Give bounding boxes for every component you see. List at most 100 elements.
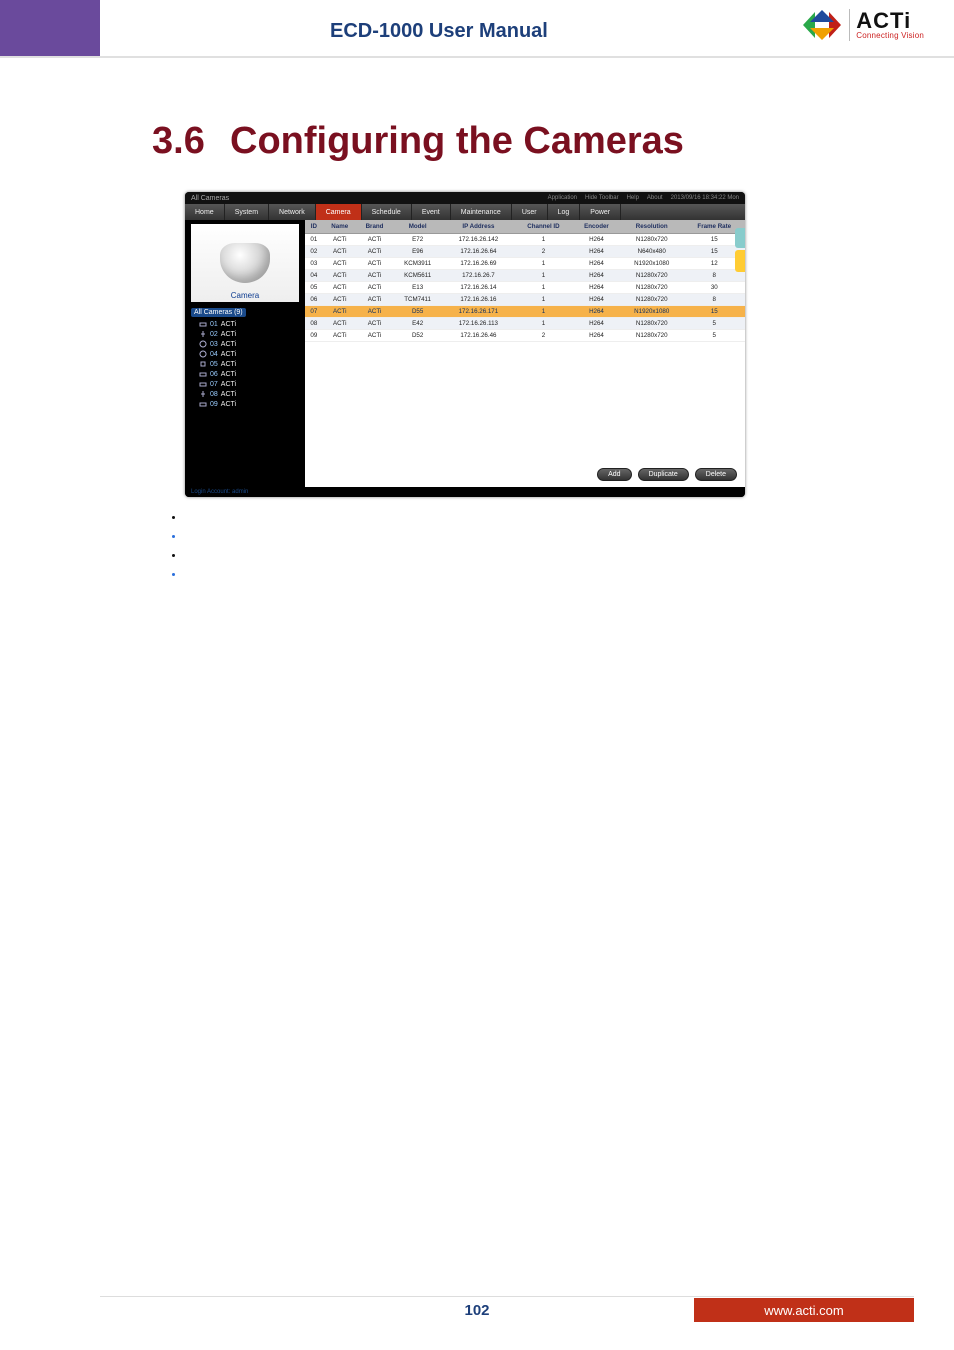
table-row[interactable]: 07ACTiACTiD55172.16.26.1711H264N1920x108… <box>305 306 745 318</box>
th-brand[interactable]: Brand <box>357 220 393 234</box>
tree-item-num: 07 <box>210 381 218 388</box>
delete-button[interactable]: Delete <box>695 468 737 481</box>
tree-item[interactable]: 06 ACTi <box>199 369 299 379</box>
cell-resolution: N1280x720 <box>620 294 684 306</box>
cell-resolution: N1920x1080 <box>620 258 684 270</box>
tree-item-num: 04 <box>210 351 218 358</box>
add-button[interactable]: Add <box>597 468 631 481</box>
tree-item[interactable]: 03 ACTi <box>199 339 299 349</box>
cell-encoder: H264 <box>573 330 620 342</box>
top-link-application[interactable]: Application <box>548 195 577 201</box>
th-channel[interactable]: Channel ID <box>514 220 573 234</box>
side-tab-setup[interactable] <box>735 250 745 272</box>
tab-home[interactable]: Home <box>185 204 225 220</box>
tree-item[interactable]: 01 ACTi <box>199 319 299 329</box>
logo-mark-icon <box>801 8 843 42</box>
cell-brand: ACTi <box>357 246 393 258</box>
camera-type-icon <box>199 380 207 388</box>
tree-root[interactable]: All Cameras (9) <box>191 308 246 317</box>
th-model[interactable]: Model <box>392 220 443 234</box>
cell-channel: 2 <box>514 246 573 258</box>
cell-id: 01 <box>305 234 323 246</box>
tree-item-name: ACTi <box>221 381 236 388</box>
cell-ip: 172.16.26.14 <box>443 282 514 294</box>
tree-item-name: ACTi <box>221 351 236 358</box>
table-row[interactable]: 02ACTiACTiE96172.16.26.642H264N640x48015 <box>305 246 745 258</box>
cell-name: ACTi <box>323 258 357 270</box>
tree-item[interactable]: 04 ACTi <box>199 349 299 359</box>
tree-item-name: ACTi <box>221 391 236 398</box>
table-row[interactable]: 09ACTiACTiD52172.16.26.462H264N1280x7205 <box>305 330 745 342</box>
footer-url[interactable]: www.acti.com <box>694 1298 914 1322</box>
top-link-about[interactable]: About <box>647 195 663 201</box>
tab-schedule[interactable]: Schedule <box>362 204 412 220</box>
cell-brand: ACTi <box>357 318 393 330</box>
footer-divider <box>100 1296 914 1297</box>
tree-item[interactable]: 02 ACTi <box>199 329 299 339</box>
table-row[interactable]: 05ACTiACTiE13172.16.26.141H264N1280x7203… <box>305 282 745 294</box>
cell-name: ACTi <box>323 270 357 282</box>
side-tab-live[interactable] <box>735 228 745 248</box>
page-header: ECD-1000 User Manual ACTi Connecting Vis… <box>0 0 954 58</box>
tree-item-num: 03 <box>210 341 218 348</box>
tree-item-name: ACTi <box>221 401 236 408</box>
cell-channel: 1 <box>514 258 573 270</box>
cell-ip: 172.16.26.16 <box>443 294 514 306</box>
tree-item[interactable]: 05 ACTi <box>199 359 299 369</box>
page-footer: 102 www.acti.com <box>0 1296 954 1326</box>
tab-power[interactable]: Power <box>580 204 621 220</box>
cell-channel: 1 <box>514 282 573 294</box>
table-row[interactable]: 08ACTiACTiE42172.16.26.1131H264N1280x720… <box>305 318 745 330</box>
cell-id: 07 <box>305 306 323 318</box>
app-screenshot: All Cameras Application Hide Toolbar Hel… <box>185 192 745 497</box>
camera-thumbnail[interactable]: Camera <box>191 224 299 302</box>
cell-encoder: H264 <box>573 258 620 270</box>
th-encoder[interactable]: Encoder <box>573 220 620 234</box>
cell-channel: 1 <box>514 306 573 318</box>
tree-item[interactable]: 08 ACTi <box>199 389 299 399</box>
cell-channel: 1 <box>514 294 573 306</box>
bullet-item <box>184 546 187 565</box>
camera-type-icon <box>199 390 207 398</box>
cell-resolution: N1920x1080 <box>620 306 684 318</box>
tree-item-name: ACTi <box>221 371 236 378</box>
top-link-hide-toolbar[interactable]: Hide Toolbar <box>585 195 619 201</box>
tab-user[interactable]: User <box>512 204 548 220</box>
th-name[interactable]: Name <box>323 220 357 234</box>
table-row[interactable]: 06ACTiACTiTCM7411172.16.26.161H264N1280x… <box>305 294 745 306</box>
table-row[interactable]: 01ACTiACTiE72172.16.26.1421H264N1280x720… <box>305 234 745 246</box>
cell-resolution: N1280x720 <box>620 318 684 330</box>
cell-ip: 172.16.26.171 <box>443 306 514 318</box>
cell-brand: ACTi <box>357 270 393 282</box>
table-row[interactable]: 03ACTiACTiKCM3911172.16.26.691H264N1920x… <box>305 258 745 270</box>
cell-name: ACTi <box>323 246 357 258</box>
cell-encoder: H264 <box>573 318 620 330</box>
tree-item-name: ACTi <box>221 341 236 348</box>
th-ip[interactable]: IP Address <box>443 220 514 234</box>
th-id[interactable]: ID <box>305 220 323 234</box>
cell-framerate: 5 <box>684 330 745 342</box>
th-resolution[interactable]: Resolution <box>620 220 684 234</box>
cell-brand: ACTi <box>357 282 393 294</box>
cell-name: ACTi <box>323 318 357 330</box>
cell-resolution: N1280x720 <box>620 234 684 246</box>
top-link-help[interactable]: Help <box>627 195 639 201</box>
tab-log[interactable]: Log <box>548 204 581 220</box>
cell-encoder: H264 <box>573 294 620 306</box>
tab-maintenance[interactable]: Maintenance <box>451 204 512 220</box>
cell-model: KCM3911 <box>392 258 443 270</box>
tab-camera[interactable]: Camera <box>316 204 362 220</box>
tree-item[interactable]: 07 ACTi <box>199 379 299 389</box>
tree-item-num: 02 <box>210 331 218 338</box>
duplicate-button[interactable]: Duplicate <box>638 468 689 481</box>
table-row[interactable]: 04ACTiACTiKCM5611172.16.26.71H264N1280x7… <box>305 270 745 282</box>
tree-item[interactable]: 09 ACTi <box>199 399 299 409</box>
cell-id: 02 <box>305 246 323 258</box>
tab-system[interactable]: System <box>225 204 269 220</box>
cell-name: ACTi <box>323 234 357 246</box>
cell-name: ACTi <box>323 306 357 318</box>
tree-item-name: ACTi <box>221 331 236 338</box>
tab-event[interactable]: Event <box>412 204 451 220</box>
tab-network[interactable]: Network <box>269 204 316 220</box>
cell-ip: 172.16.26.69 <box>443 258 514 270</box>
